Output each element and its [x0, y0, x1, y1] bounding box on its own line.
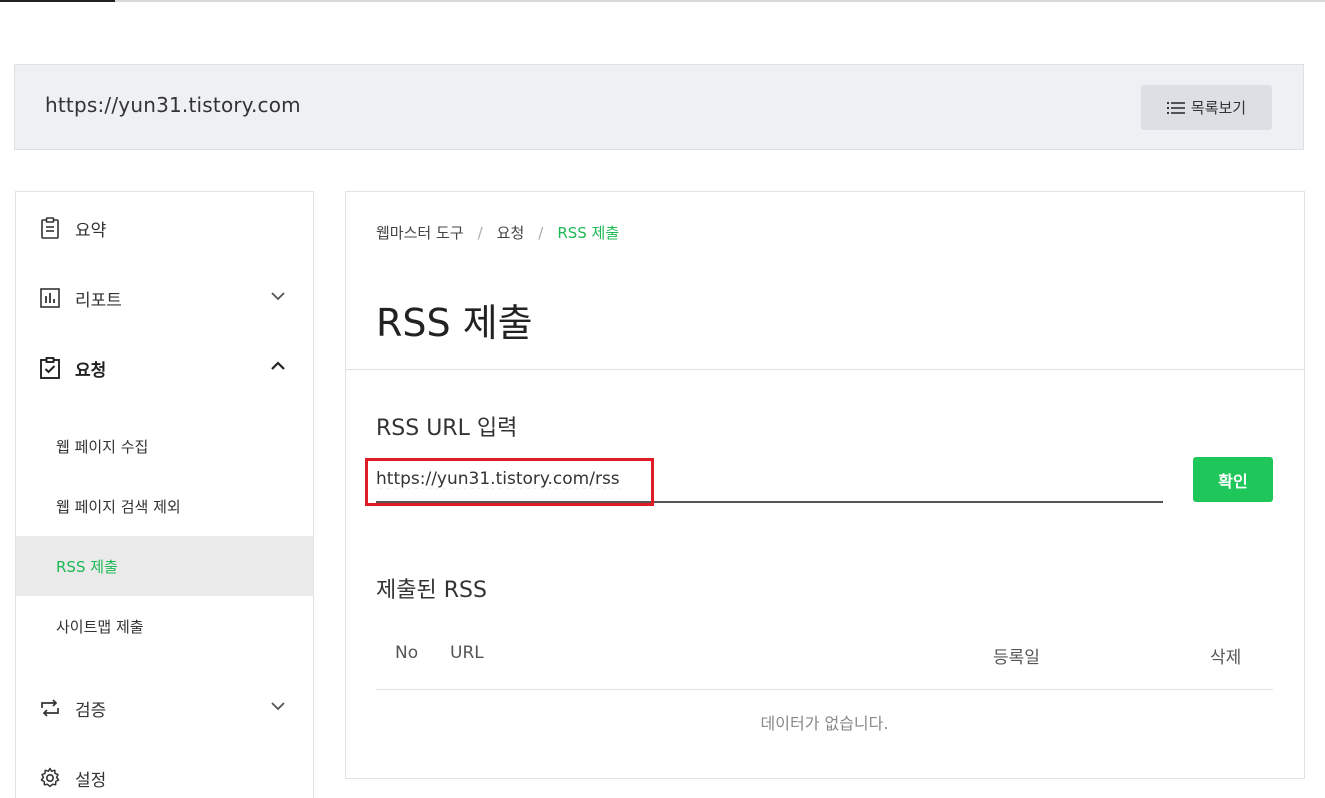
empty-table-message: 데이터가 없습니다.	[760, 714, 889, 733]
sidebar-subitem-label: 사이트맵 제출	[56, 618, 144, 636]
chevron-down-icon	[271, 702, 285, 711]
breadcrumb-item-webmaster-tools[interactable]: 웹마스터 도구	[376, 222, 464, 243]
sidebar-subitem-sitemap-submit[interactable]: 사이트맵 제출	[16, 596, 313, 656]
breadcrumb-separator: /	[538, 223, 544, 242]
section-divider	[346, 369, 1304, 370]
submitted-rss-heading: 제출된 RSS	[376, 578, 487, 603]
breadcrumb-item-current: RSS 제출	[557, 224, 620, 242]
checklist-icon	[40, 357, 60, 379]
list-icon	[1166, 101, 1185, 114]
list-view-button[interactable]: 목록보기	[1141, 85, 1272, 130]
sidebar-subitem-label: RSS 제출	[56, 558, 118, 576]
breadcrumb: 웹마스터 도구 / 요청 / RSS 제출	[376, 222, 619, 243]
top-tab-underline	[0, 0, 1325, 2]
sidebar-item-label: 리포트	[75, 291, 122, 311]
rss-url-input[interactable]	[376, 463, 1163, 495]
active-tab-indicator	[0, 0, 115, 2]
page-title: RSS 제출	[376, 301, 533, 345]
bar-chart-icon	[40, 288, 60, 308]
sidebar-item-request[interactable]: 요청	[16, 346, 313, 386]
chevron-down-icon	[271, 292, 285, 301]
list-view-button-label: 목록보기	[1190, 99, 1247, 117]
column-header-date: 등록일	[993, 648, 1040, 668]
column-header-delete: 삭제	[1210, 648, 1242, 668]
sidebar-item-report[interactable]: 리포트	[16, 276, 313, 316]
breadcrumb-item-request[interactable]: 요청	[497, 222, 525, 243]
main-panel: 웹마스터 도구 / 요청 / RSS 제출 RSS 제출 RSS URL 입력 …	[345, 191, 1305, 779]
sidebar-item-label: 요약	[75, 221, 107, 241]
sidebar-item-settings[interactable]: 설정	[16, 756, 313, 796]
sidebar: 요약 리포트 요청 웹 페이지 수집 웹 페이지 검색 제외 RSS 제출 사이…	[15, 191, 314, 798]
sidebar-item-label: 설정	[75, 771, 107, 791]
sidebar-item-summary[interactable]: 요약	[16, 206, 313, 246]
site-url: https://yun31.tistory.com	[45, 93, 301, 117]
clipboard-icon	[41, 217, 59, 239]
confirm-button[interactable]: 확인	[1193, 457, 1273, 502]
sidebar-item-verify[interactable]: 검증	[16, 686, 313, 726]
chevron-up-icon	[271, 361, 285, 370]
sidebar-subitem-web-page-exclude[interactable]: 웹 페이지 검색 제외	[16, 476, 313, 536]
repeat-icon	[41, 699, 59, 717]
breadcrumb-separator: /	[477, 223, 483, 242]
sidebar-item-label: 요청	[75, 361, 107, 381]
column-header-no: No	[395, 643, 419, 663]
rss-url-field	[376, 457, 1163, 503]
gear-icon	[40, 767, 60, 788]
sidebar-subitem-label: 웹 페이지 수집	[56, 438, 149, 456]
rss-url-input-label: RSS URL 입력	[376, 416, 518, 441]
table-header: No URL 등록일 삭제	[376, 640, 1273, 690]
sidebar-item-label: 검증	[75, 701, 107, 721]
column-header-url: URL	[450, 643, 484, 663]
sidebar-subitem-rss-submit[interactable]: RSS 제출	[16, 536, 313, 596]
site-header-bar: https://yun31.tistory.com 목록보기	[14, 64, 1304, 150]
sidebar-subitem-label: 웹 페이지 검색 제외	[56, 498, 181, 516]
sidebar-subitem-web-page-crawl[interactable]: 웹 페이지 수집	[16, 416, 313, 476]
